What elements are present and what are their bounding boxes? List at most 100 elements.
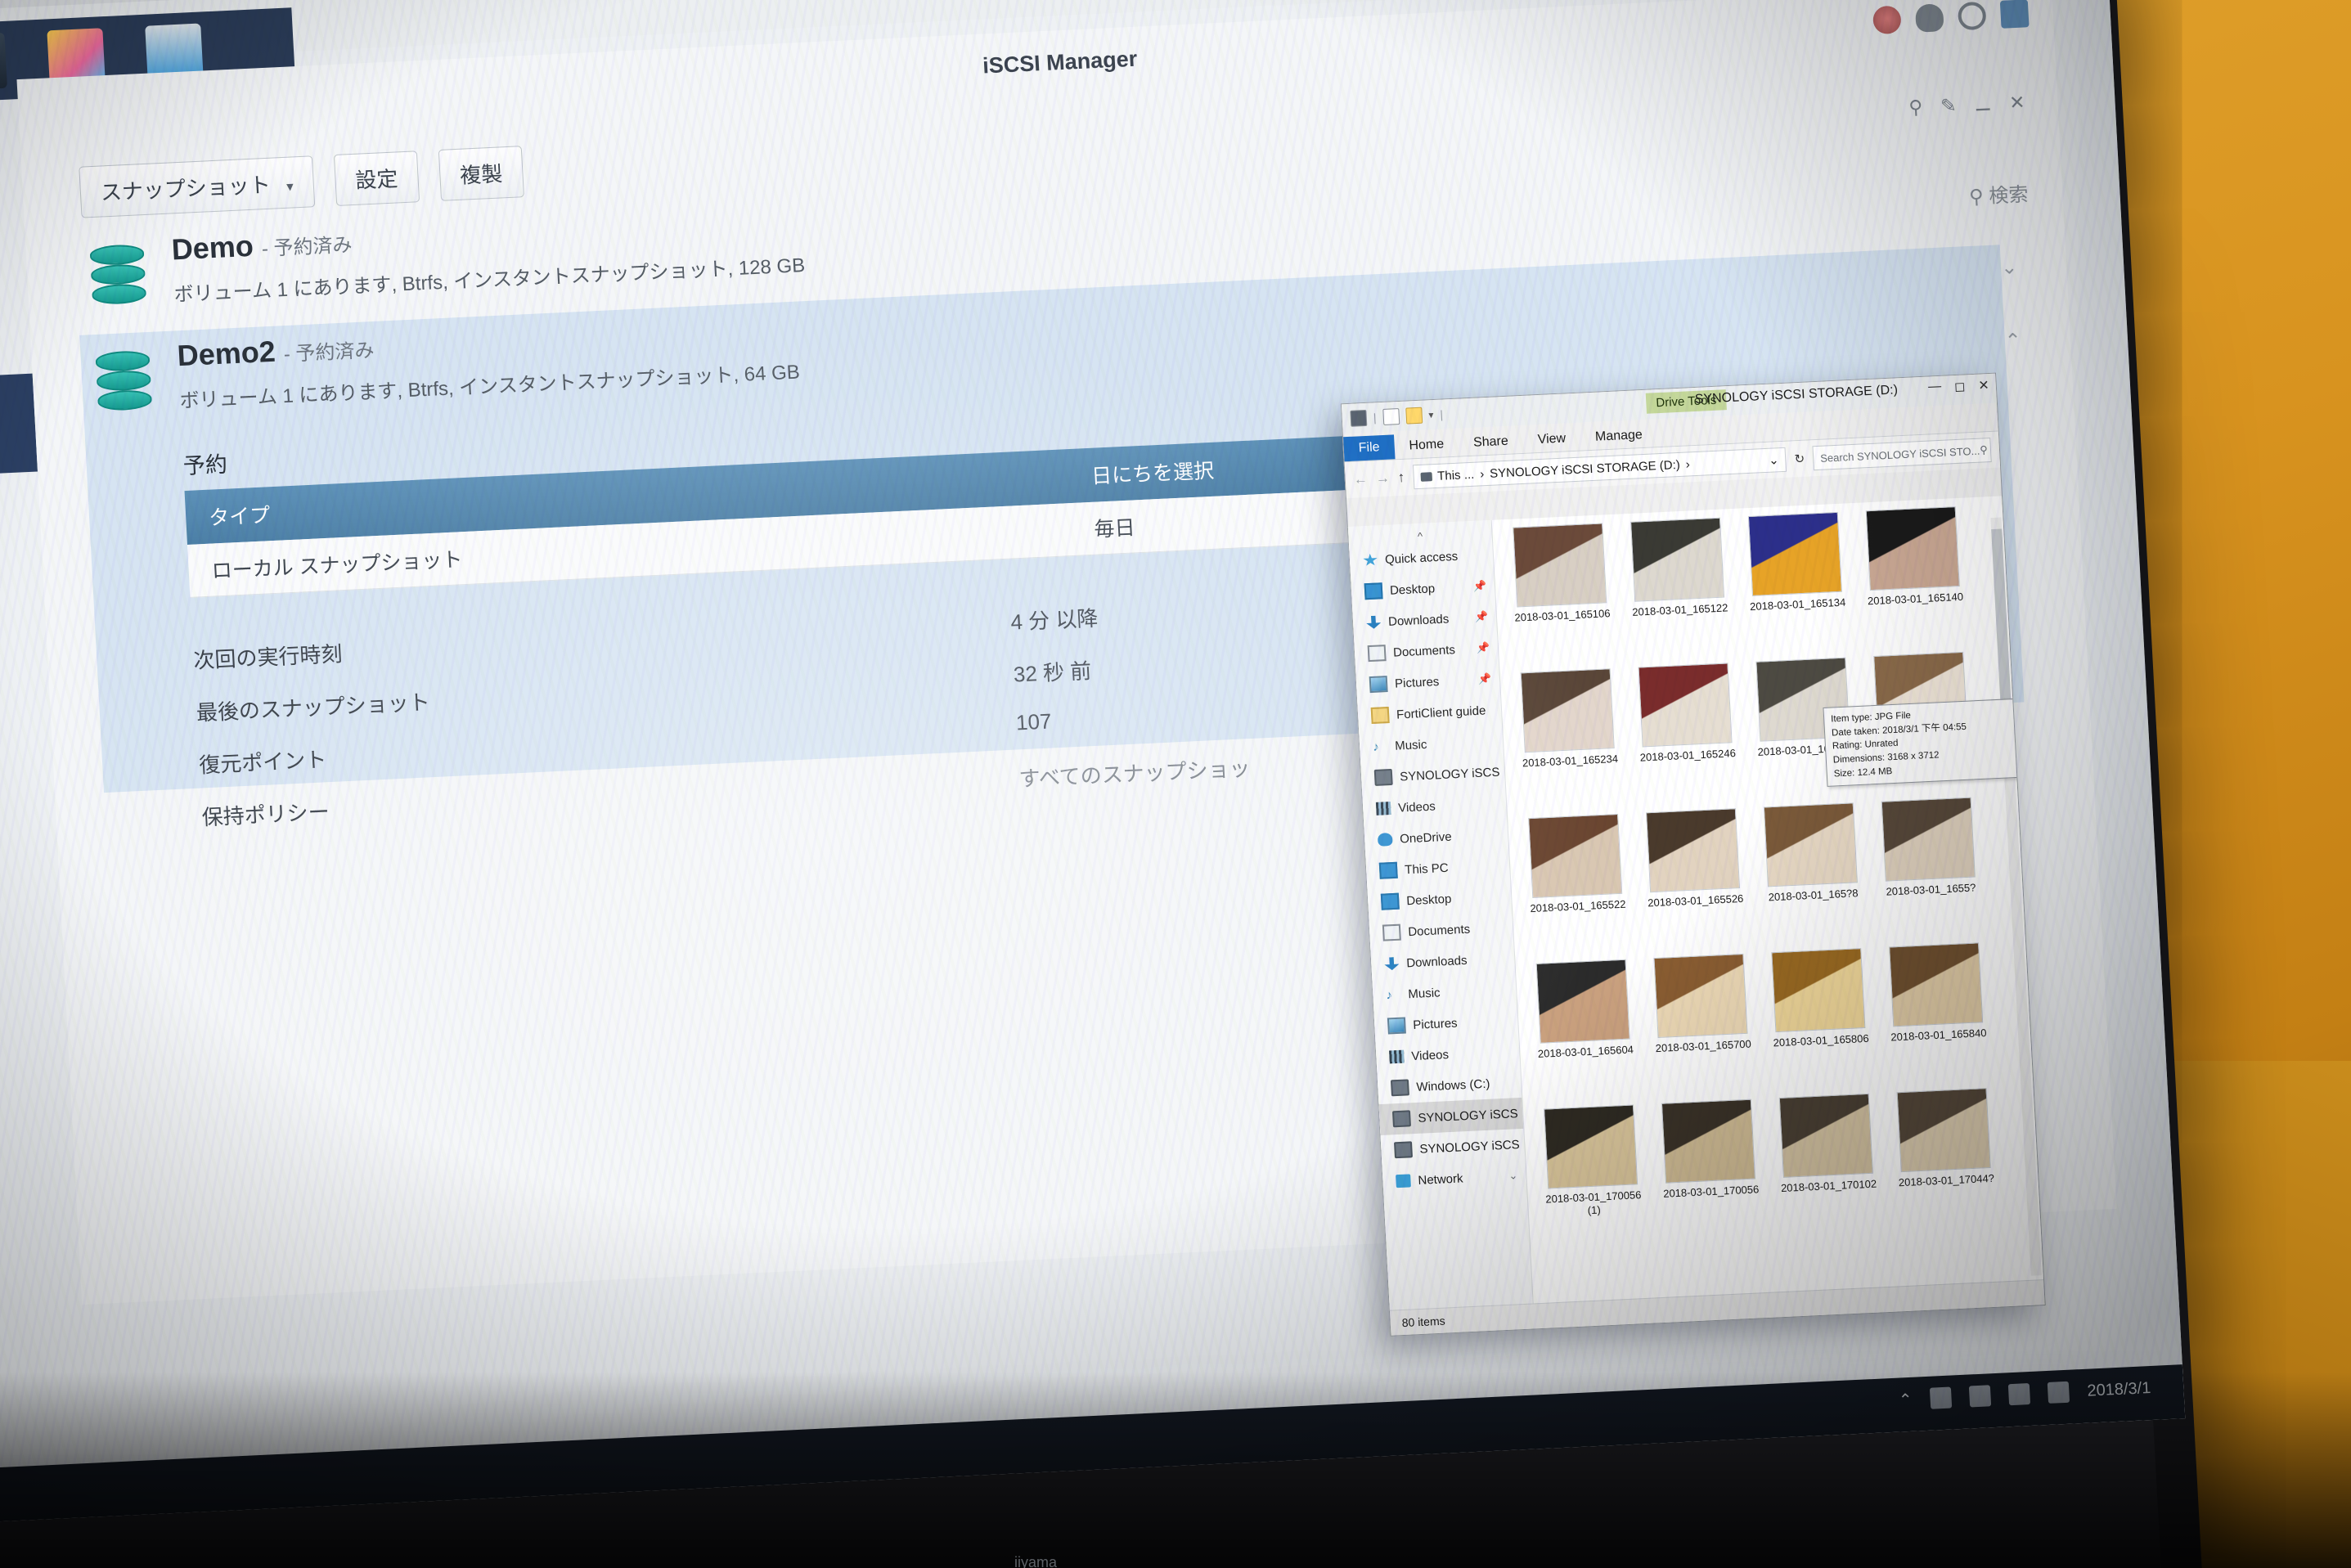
file-item[interactable]: 2018-03-01_165246 [1630,663,1745,808]
widget-icon[interactable] [1999,0,2030,29]
pin-icon[interactable]: 📌 [1477,672,1491,686]
delete-icon[interactable]: ⚊ [1974,93,1992,116]
back-icon[interactable]: ← [1353,471,1368,488]
desktop-icon [1380,892,1400,910]
file-item[interactable]: 2018-03-01_165806 [1762,948,1877,1094]
lun-name: Demo - 予約済み [171,224,353,267]
up-icon[interactable]: ↑ [1397,470,1405,486]
refresh-icon[interactable]: ↻ [1794,452,1805,467]
minimize-icon[interactable]: — [1928,380,1942,397]
document-icon [1382,923,1401,941]
tab-file[interactable]: File [1343,434,1396,462]
file-name: 2018-03-01_170056 (1) [1544,1188,1642,1217]
lun-name-text: Demo [170,228,254,267]
file-item[interactable]: 2018-03-01_165604 [1527,959,1643,1104]
properties-icon[interactable] [1382,408,1400,425]
file-item[interactable]: 2018-03-01_165700 [1644,953,1760,1098]
dsm-toolbar: スナップショット ▾ 設定 複製 [79,146,524,218]
chevron-up-icon[interactable]: ⌃ [2004,329,2022,353]
maximize-icon[interactable]: ◻ [1954,378,1966,395]
drive-icon [1419,471,1432,482]
chevron-down-icon[interactable]: ⌄ [1769,452,1779,468]
file-item[interactable]: 2018-03-01_165134 [1739,511,1854,657]
file-item[interactable]: 2018-03-01_165522 [1519,813,1634,959]
close-icon[interactable]: ✕ [1978,377,1989,394]
lun-status: - 予約済み [283,339,375,366]
file-item[interactable]: 2018-03-01_170056 (1) [1535,1104,1650,1250]
video-icon [1375,802,1391,815]
drive-icon[interactable] [1350,409,1368,427]
sidebar-item-label: Windows (C:) [1415,1076,1490,1094]
forward-icon[interactable]: → [1375,470,1390,487]
schedule-section-title: 予約 [182,452,228,479]
tab-view[interactable]: View [1522,426,1581,453]
sidebar-item-label: Network [1418,1170,1463,1188]
clone-button[interactable]: 複製 [438,146,524,201]
file-name: 2018-03-01_165840 [1890,1027,1987,1044]
drive-icon [1393,1141,1414,1159]
drive-icon [1391,1110,1411,1128]
file-name: 2018-03-01_17044? [1898,1171,1995,1189]
dsm-mini-toolbar[interactable]: ⚲ ✎ ⚊ ✕ [1908,92,2025,119]
notification-icon[interactable] [1872,5,1902,35]
user-icon[interactable] [1914,3,1944,33]
monitor-screen: p=1528165213 ...XFD ✕ Synology Inc. ✕ Sy… [0,0,2186,1524]
edit-icon[interactable]: ✎ [1940,95,1958,118]
search-icon[interactable] [1957,1,1987,31]
detail-value: 4 分 以降 [1009,605,1099,635]
file-thumbnail [1630,517,1725,602]
file-thumbnail [1653,953,1748,1038]
tab-home[interactable]: Home [1394,432,1459,460]
file-item[interactable]: 2018-03-01_165?8 [1755,802,1870,948]
sidebar-tab[interactable] [0,373,38,481]
download-icon [1366,615,1382,629]
file-item[interactable]: 2018-03-01_1655? [1872,797,1988,942]
file-thumbnail [1865,506,1960,591]
file-item[interactable]: 2018-03-01_165234 [1512,668,1627,814]
tab-manage[interactable]: Manage [1580,422,1657,450]
pin-icon[interactable]: 📌 [1472,579,1486,593]
close-icon[interactable]: ✕ [2008,92,2025,115]
dropdown-icon[interactable]: ▾ [1428,409,1434,420]
file-item[interactable]: 2018-03-01_165140 [1857,506,1972,652]
sidebar-item-label: Documents [1407,922,1471,939]
folder-icon [1370,707,1390,725]
file-item[interactable]: 2018-03-01_170056 [1652,1098,1768,1244]
file-item[interactable]: 2018-03-01_17044? [1888,1088,2003,1233]
file-item[interactable]: 2018-03-01_165122 [1621,517,1737,663]
settings-button[interactable]: 設定 [333,151,420,206]
new-folder-icon[interactable] [1405,407,1423,425]
sidebar-item-network[interactable]: Network ⌄ [1382,1160,1527,1197]
dsm-titlebar-icons[interactable] [1872,0,2030,35]
file-grid: 2018-03-01_165106 2018-03-01_165122 2018-0… [1504,504,2040,1249]
chevron-down-icon: ▾ [285,178,294,195]
breadcrumb-item[interactable]: SYNOLOGY iSCSI STORAGE (D:) [1490,457,1680,480]
search-icon[interactable]: ⚲ [1908,96,1923,119]
chevron-down-icon[interactable]: ⌄ [2000,255,2018,280]
chevron-down-icon[interactable]: ⌄ [1508,1169,1518,1182]
explorer-body: ^ Quick access Desktop 📌 Downloads 📌 Document… [1347,496,2044,1311]
desk-shadow [0,1372,2351,1568]
file-thumbnail [1881,797,1976,882]
snapshot-dropdown-button[interactable]: スナップショット ▾ [79,155,316,218]
file-name: 2018-03-01_165522 [1530,897,1626,915]
window-controls[interactable]: — ◻ ✕ [1928,377,1990,396]
pin-icon[interactable]: 📌 [1476,641,1490,655]
sidebar-item-label: Videos [1410,1047,1450,1063]
file-name: 2018-03-01_165140 [1867,590,1964,608]
sidebar-item-label: OneDrive [1399,829,1453,847]
dsm-search-field[interactable]: ⚲ 検索 [1968,178,2030,209]
file-item[interactable]: 2018-03-01_165526 [1637,808,1752,954]
file-thumbnail [1889,942,1984,1027]
file-item[interactable]: 2018-03-01_170102 [1770,1093,1886,1238]
file-name: 2018-03-01_165134 [1749,595,1846,613]
file-item[interactable]: 2018-03-01_165840 [1880,942,1995,1088]
file-item[interactable]: 2018-03-01_165106 [1504,523,1619,668]
tab-share[interactable]: Share [1458,429,1523,456]
file-name: 2018-03-01_165?8 [1768,887,1859,904]
search-input[interactable]: Search SYNOLOGY iSCSI STO... ⚲ [1812,438,1992,471]
chevron-right-icon: › [1479,466,1485,481]
pin-icon[interactable]: 📌 [1474,610,1488,624]
file-name: 2018-03-01_170102 [1780,1177,1877,1195]
breadcrumb-item[interactable]: This ... [1437,467,1475,483]
